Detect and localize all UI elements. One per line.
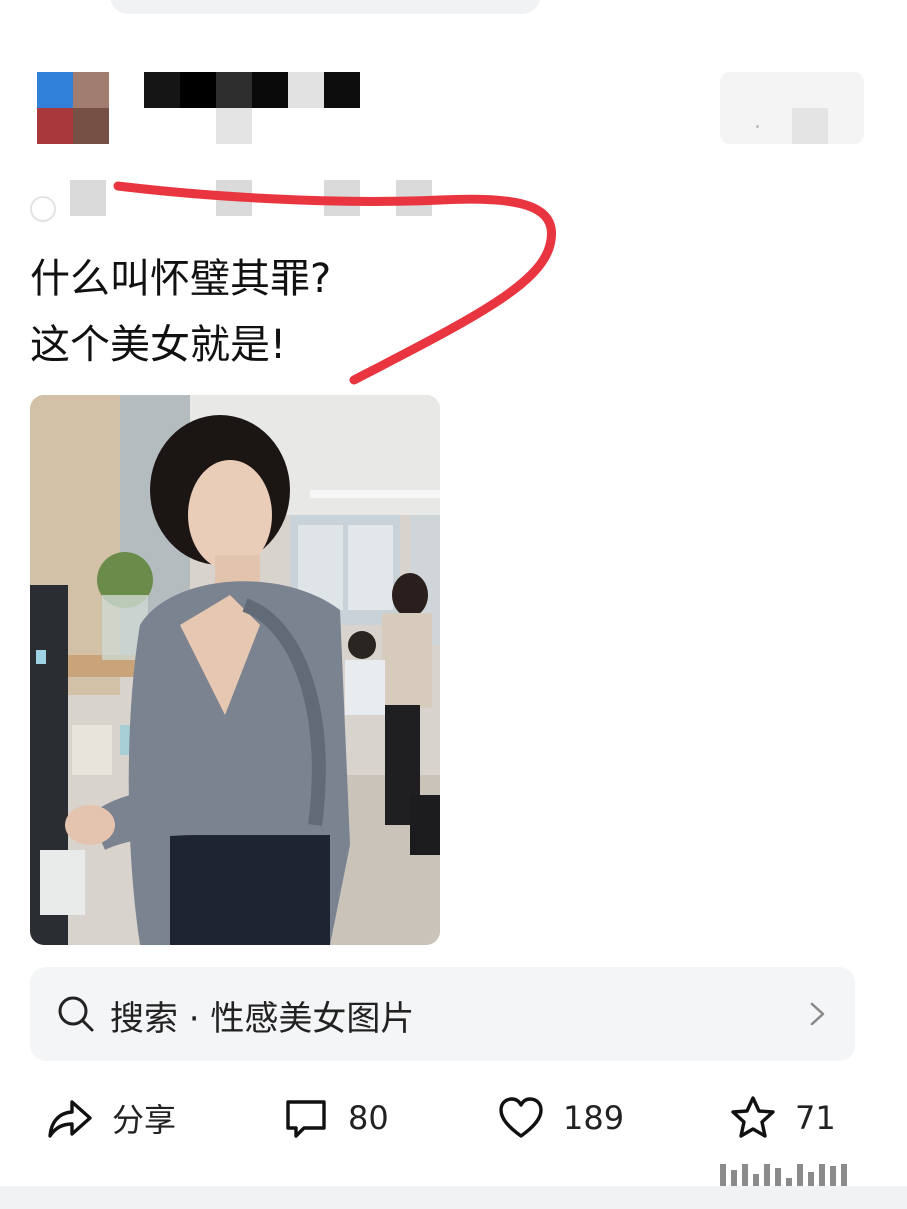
- post-text-line-2: 这个美女就是!: [30, 322, 287, 368]
- bottom-divider: [0, 1186, 907, 1209]
- like-button[interactable]: 189: [497, 1090, 624, 1146]
- watermark-mark: [720, 1162, 890, 1186]
- office-photo: [30, 395, 440, 945]
- avatar[interactable]: [37, 72, 109, 144]
- post-text-line-1: 什么叫怀璧其罪?: [30, 256, 332, 302]
- star-icon: [731, 1096, 775, 1138]
- related-search-bar[interactable]: 搜索 · 性感美女图片: [30, 967, 855, 1061]
- heart-icon: [499, 1097, 543, 1138]
- favorite-count: 71: [795, 1099, 836, 1137]
- like-count: 189: [563, 1099, 625, 1137]
- comment-count: 80: [348, 1099, 389, 1137]
- source-icon: [30, 196, 56, 222]
- share-label: 分享: [112, 1101, 177, 1139]
- source-row-redacted: [30, 180, 470, 222]
- post-text: 什么叫怀璧其罪? 这个美女就是!: [30, 246, 331, 378]
- comment-button[interactable]: 80: [282, 1090, 389, 1146]
- username-redacted[interactable]: [144, 72, 360, 108]
- post-meta-redacted: [216, 108, 252, 144]
- follow-button-redacted[interactable]: [720, 72, 864, 144]
- comment-icon: [286, 1100, 326, 1138]
- related-search-label: 搜索 · 性感美女图片: [110, 999, 415, 1039]
- favorite-button[interactable]: 71: [729, 1090, 836, 1146]
- share-icon: [48, 1100, 92, 1138]
- top-search-pill[interactable]: [110, 0, 540, 14]
- chevron-right-icon: [810, 1002, 825, 1026]
- search-icon: [58, 996, 94, 1032]
- share-button[interactable]: 分享: [46, 1090, 176, 1146]
- post-image[interactable]: [30, 395, 440, 945]
